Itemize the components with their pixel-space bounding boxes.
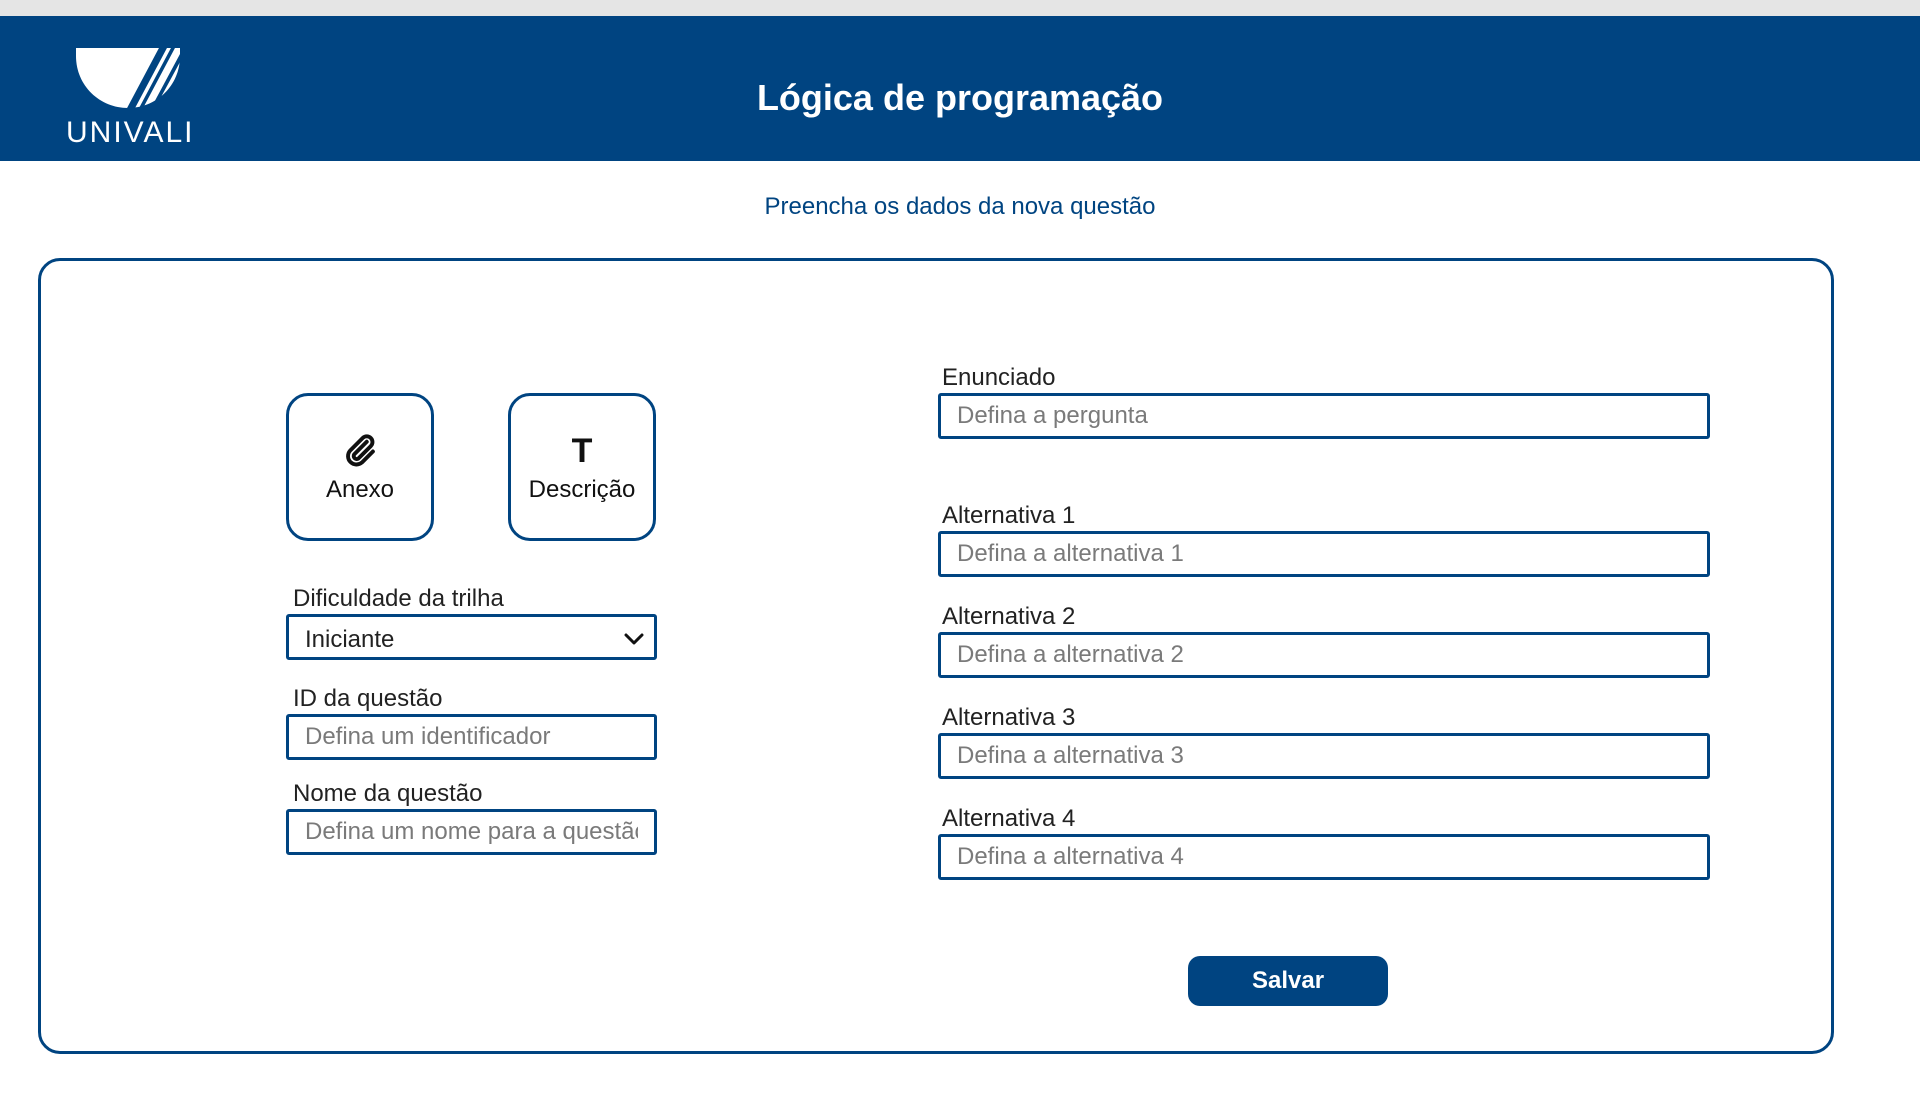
description-button[interactable]: T Descrição: [508, 393, 656, 541]
text-t-icon: T: [571, 432, 593, 470]
alternative-1-input[interactable]: [938, 531, 1710, 577]
page-title: Lógica de programação: [0, 32, 1920, 177]
question-name-label: Nome da questão: [293, 780, 483, 807]
save-button[interactable]: Salvar: [1188, 956, 1388, 1006]
alternative-4-input[interactable]: [938, 834, 1710, 880]
description-label: Descrição: [528, 476, 636, 503]
attachment-button[interactable]: Anexo: [286, 393, 434, 541]
alternative-4-label: Alternativa 4: [942, 805, 1076, 832]
statement-input[interactable]: [938, 393, 1710, 439]
difficulty-selected-value: Iniciante: [305, 626, 395, 653]
alternative-1-label: Alternativa 1: [942, 502, 1076, 529]
statement-label: Enunciado: [942, 364, 1056, 391]
difficulty-label: Dificuldade da trilha: [293, 585, 504, 612]
form-subtitle: Preencha os dados da nova questão: [764, 193, 1156, 220]
chevron-down-icon: [622, 627, 646, 656]
alternative-3-input[interactable]: [938, 733, 1710, 779]
difficulty-select[interactable]: Iniciante: [286, 614, 657, 660]
page-title-text: Lógica de programação: [756, 77, 1164, 118]
browser-top-strip: [0, 0, 1920, 16]
alternative-3-label: Alternativa 3: [942, 704, 1076, 731]
attachment-label: Anexo: [325, 476, 395, 503]
alternative-2-input[interactable]: [938, 632, 1710, 678]
question-id-label: ID da questão: [293, 685, 443, 712]
question-name-input[interactable]: [286, 809, 657, 855]
app-header: UNIVALI Lógica de programação: [0, 16, 1920, 161]
paperclip-icon: [289, 432, 431, 477]
alternative-2-label: Alternativa 2: [942, 603, 1076, 630]
question-id-input[interactable]: [286, 714, 657, 760]
